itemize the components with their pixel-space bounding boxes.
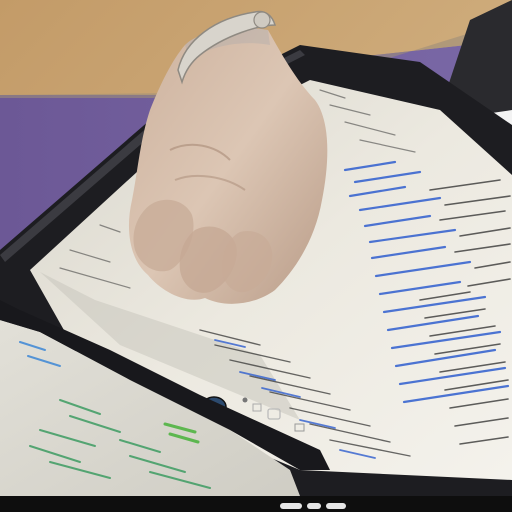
photo-scene xyxy=(0,0,512,512)
bottom-bar-mark-2 xyxy=(307,503,321,509)
bezel-sensor xyxy=(242,397,248,403)
tablet-photo xyxy=(0,0,512,512)
bottom-bar-mark-1 xyxy=(280,503,302,509)
bottom-bar-mark-3 xyxy=(326,503,346,509)
bottom-bar xyxy=(0,496,512,512)
